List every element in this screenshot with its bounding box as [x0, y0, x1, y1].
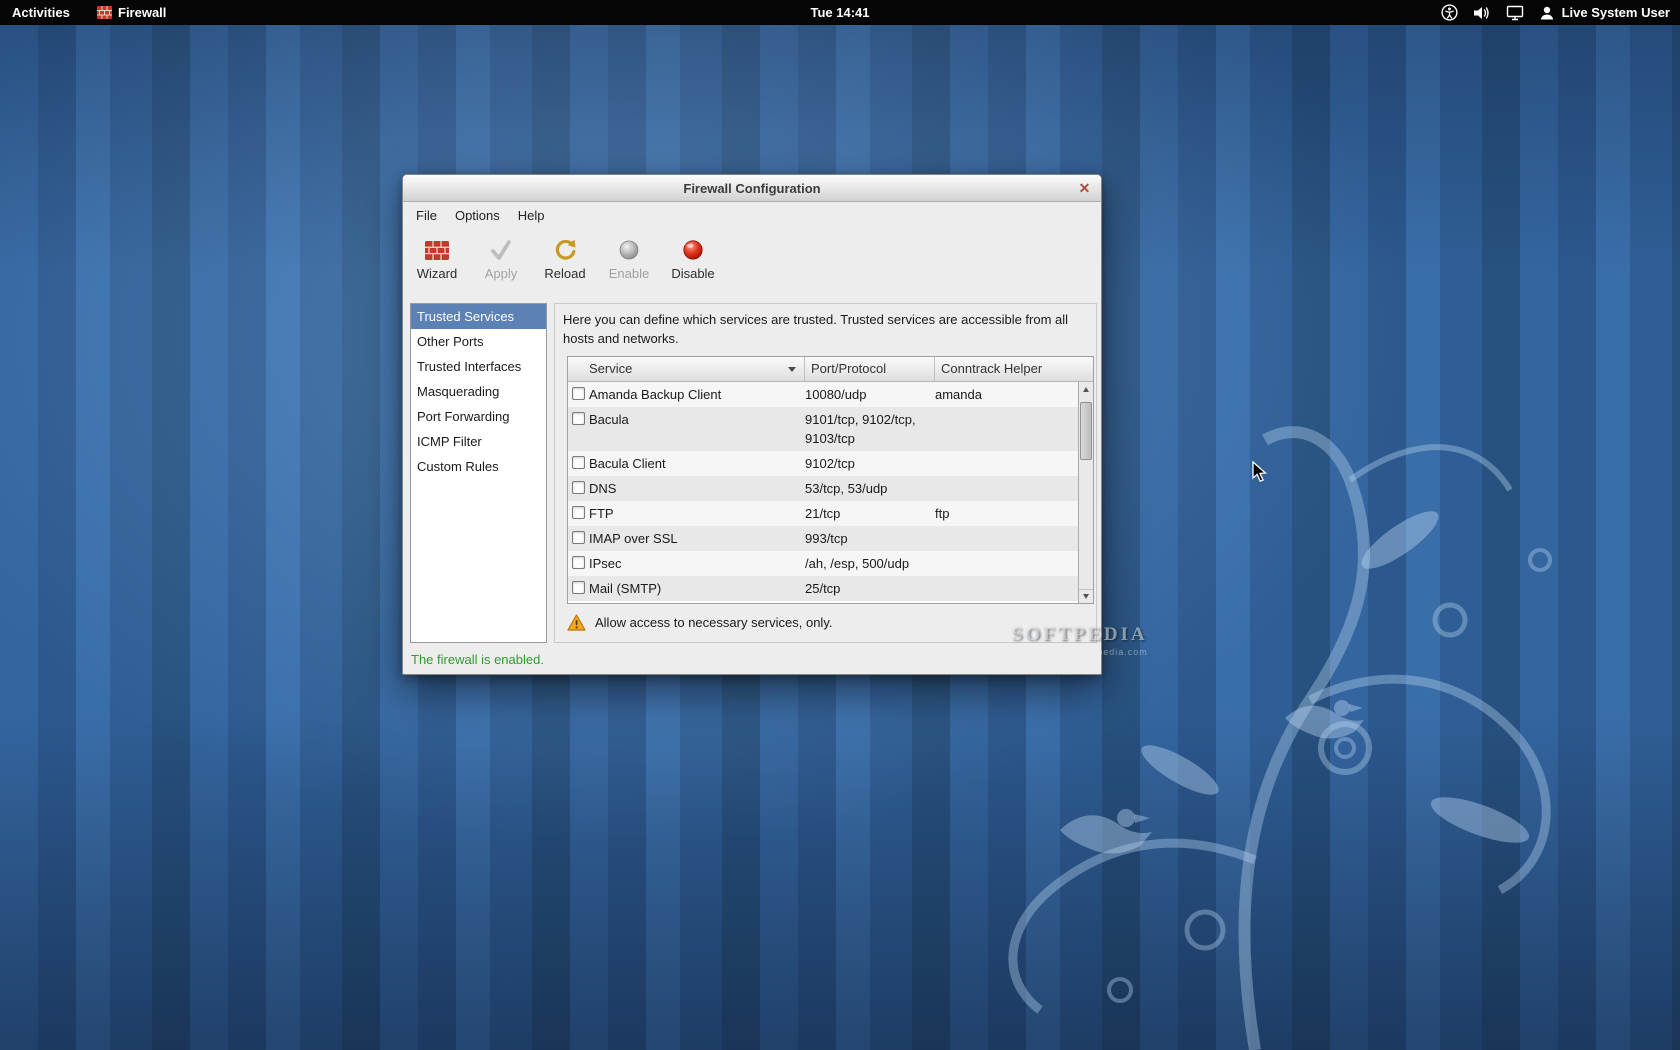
menu-help[interactable]: Help: [509, 204, 554, 227]
column-header-service[interactable]: Service: [568, 357, 805, 381]
sidebar-item-icmp-filter[interactable]: ICMP Filter: [411, 429, 546, 454]
firewall-configuration-window: Firewall Configuration ✕ File Options He…: [402, 174, 1102, 675]
warning-text: Allow access to necessary services, only…: [595, 615, 832, 630]
toolbar: Wizard Apply Reload: [403, 228, 1101, 292]
app-indicator-label: Firewall: [118, 5, 166, 20]
reload-arrow-icon: [553, 238, 577, 262]
wizard-button[interactable]: Wizard: [409, 234, 465, 292]
warning-row: Allow access to necessary services, only…: [567, 614, 832, 631]
menu-file[interactable]: File: [407, 204, 446, 227]
trusted-services-panel: Here you can define which services are t…: [554, 303, 1097, 643]
column-header-conntrack-helper[interactable]: Conntrack Helper: [935, 357, 1093, 381]
service-helper: amanda: [935, 385, 1078, 404]
apply-label: Apply: [485, 266, 518, 281]
reload-label: Reload: [544, 266, 585, 281]
table-row[interactable]: Mail (SMTP) 25/tcp: [568, 576, 1078, 601]
reload-button[interactable]: Reload: [537, 234, 593, 292]
service-name: IMAP over SSL: [589, 529, 805, 548]
disable-button[interactable]: Disable: [665, 234, 721, 292]
table-row[interactable]: DNS 53/tcp, 53/udp: [568, 476, 1078, 501]
user-menu[interactable]: Live System User: [1539, 5, 1670, 21]
service-checkbox[interactable]: [572, 581, 585, 594]
system-tray: Live System User: [1441, 0, 1670, 25]
sidebar-item-masquerading[interactable]: Masquerading: [411, 379, 546, 404]
enable-button: Enable: [601, 234, 657, 292]
service-port: 993/tcp: [805, 529, 935, 548]
service-port: 9101/tcp, 9102/tcp, 9103/tcp: [805, 410, 935, 448]
service-name: Bacula: [589, 410, 805, 429]
service-name: FTP: [589, 504, 805, 523]
warning-icon: [567, 614, 586, 631]
service-name: Bacula Client: [589, 454, 805, 473]
desktop-stage: Activities Firewall Tue 14:41: [0, 0, 1680, 1050]
table-row[interactable]: IMAP over SSL 993/tcp: [568, 526, 1078, 551]
sidebar-item-other-ports[interactable]: Other Ports: [411, 329, 546, 354]
wizard-label: Wizard: [417, 266, 457, 281]
menu-options[interactable]: Options: [446, 204, 509, 227]
user-icon: [1539, 5, 1555, 21]
table-row[interactable]: Bacula 9101/tcp, 9102/tcp, 9103/tcp: [568, 407, 1078, 451]
sidebar-item-port-forwarding[interactable]: Port Forwarding: [411, 404, 546, 429]
service-checkbox[interactable]: [572, 506, 585, 519]
services-table: Service Port/Protocol Conntrack Helper A…: [567, 356, 1094, 604]
accessibility-icon[interactable]: [1441, 4, 1458, 21]
service-port: 25/tcp: [805, 579, 935, 598]
menu-bar: File Options Help: [403, 202, 1101, 228]
disable-orb-icon: [682, 238, 704, 262]
sidebar-item-trusted-services[interactable]: Trusted Services: [411, 304, 546, 329]
service-name: IPsec: [589, 554, 805, 573]
service-port: 21/tcp: [805, 504, 935, 523]
table-body: Amanda Backup Client 10080/udp amanda Ba…: [568, 382, 1078, 603]
sort-arrow-icon: [788, 367, 796, 372]
sidebar-item-custom-rules[interactable]: Custom Rules: [411, 454, 546, 479]
firewall-brick-icon: [97, 6, 112, 19]
enable-orb-icon: [618, 238, 640, 262]
activities-button[interactable]: Activities: [12, 5, 70, 20]
clock[interactable]: Tue 14:41: [810, 0, 869, 25]
close-button[interactable]: ✕: [1075, 179, 1094, 198]
vertical-scrollbar[interactable]: [1078, 382, 1093, 603]
category-sidebar: Trusted Services Other Ports Trusted Int…: [410, 303, 547, 643]
window-title: Firewall Configuration: [683, 181, 820, 196]
service-name: DNS: [589, 479, 805, 498]
panel-description: Here you can define which services are t…: [563, 310, 1090, 348]
table-header-row: Service Port/Protocol Conntrack Helper: [568, 357, 1093, 382]
user-label: Live System User: [1562, 5, 1670, 20]
table-row[interactable]: Bacula Client 9102/tcp: [568, 451, 1078, 476]
service-port: /ah, /esp, 500/udp: [805, 554, 935, 573]
volume-icon[interactable]: [1473, 5, 1491, 21]
status-bar: The firewall is enabled.: [403, 644, 1101, 674]
firewall-status-text: The firewall is enabled.: [411, 652, 544, 667]
window-titlebar[interactable]: Firewall Configuration ✕: [403, 175, 1101, 202]
service-checkbox[interactable]: [572, 481, 585, 494]
service-port: 53/tcp, 53/udp: [805, 479, 935, 498]
gnome-top-bar: Activities Firewall Tue 14:41: [0, 0, 1680, 25]
scroll-down-button[interactable]: [1079, 589, 1093, 603]
disable-label: Disable: [671, 266, 714, 281]
service-checkbox[interactable]: [572, 456, 585, 469]
service-name: Amanda Backup Client: [589, 385, 805, 404]
apply-check-icon: [489, 238, 513, 262]
table-row[interactable]: IPsec /ah, /esp, 500/udp: [568, 551, 1078, 576]
wizard-brick-icon: [425, 238, 449, 262]
apply-button: Apply: [473, 234, 529, 292]
service-checkbox[interactable]: [572, 531, 585, 544]
service-port: 9102/tcp: [805, 454, 935, 473]
enable-label: Enable: [609, 266, 649, 281]
display-icon[interactable]: [1506, 5, 1524, 21]
service-port: 10080/udp: [805, 385, 935, 404]
app-indicator-firewall[interactable]: Firewall: [97, 0, 166, 25]
scroll-up-button[interactable]: [1079, 382, 1093, 396]
service-checkbox[interactable]: [572, 387, 585, 400]
table-row[interactable]: Amanda Backup Client 10080/udp amanda: [568, 382, 1078, 407]
column-header-port-protocol[interactable]: Port/Protocol: [805, 357, 935, 381]
table-row[interactable]: FTP 21/tcp ftp: [568, 501, 1078, 526]
service-checkbox[interactable]: [572, 412, 585, 425]
service-helper: ftp: [935, 504, 1078, 523]
service-name: Mail (SMTP): [589, 579, 805, 598]
scrollbar-thumb[interactable]: [1080, 402, 1092, 460]
sidebar-item-trusted-interfaces[interactable]: Trusted Interfaces: [411, 354, 546, 379]
service-checkbox[interactable]: [572, 556, 585, 569]
